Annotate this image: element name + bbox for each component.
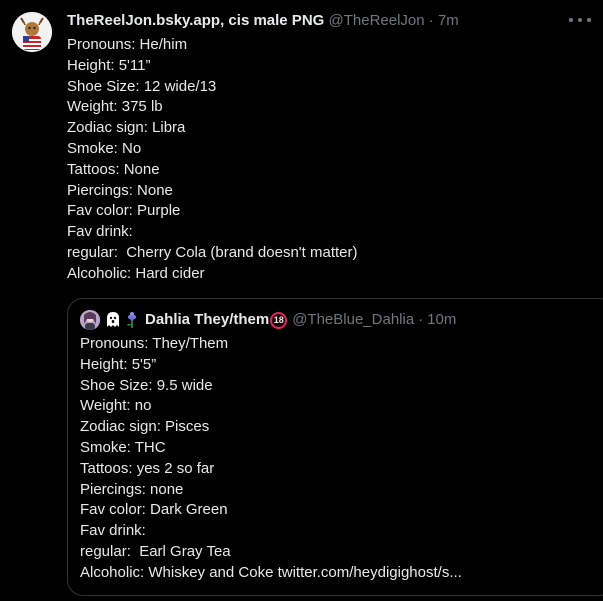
tweet-line: Height: 5'11” [67, 56, 151, 74]
quoted-line[interactable]: Alcoholic: Whiskey and Coke twitter.com/… [80, 563, 600, 584]
quoted-tweet[interactable]: Dahlia They/them 18 @TheBlue_Dahlia · 10… [67, 298, 603, 596]
quoted-line: Piercings: none [80, 480, 184, 498]
quoted-line: Fav drink: [80, 522, 146, 540]
flower-icon [124, 311, 140, 329]
quoted-display-name[interactable]: Dahlia They/them [145, 309, 269, 331]
display-name[interactable]: TheReelJon.bsky.app, cis male PNG [67, 12, 324, 29]
quoted-separator-dot: · [418, 311, 424, 328]
quoted-line: Shoe Size: 9.5 wide [80, 376, 213, 394]
timestamp[interactable]: 7m [438, 12, 459, 29]
quoted-user-handle[interactable]: @TheBlue_Dahlia [292, 309, 414, 331]
tweet-line: Weight: 375 lb [67, 98, 163, 116]
tweet-line: Pronouns: He/him [67, 36, 188, 53]
quoted-line: Pronouns: They/Them [80, 335, 229, 352]
quoted-tweet-text: Pronouns: They/Them Height: 5'5” Shoe Si… [80, 334, 600, 584]
tweet-text: Pronouns: He/him Height: 5'11” Shoe Size… [67, 35, 587, 285]
tweet-line: Alcoholic: Hard cider [67, 264, 205, 282]
quoted-line: Fav color: Dark Green [80, 501, 228, 519]
tweet-line: Piercings: None [67, 181, 173, 199]
user-handle[interactable]: @TheReelJon [329, 12, 425, 29]
quoted-user-avatar[interactable] [80, 310, 100, 330]
quoted-line: Zodiac sign: Pisces [80, 418, 210, 436]
quoted-line: Weight: no [80, 397, 152, 415]
tweet[interactable]: TheReelJon.bsky.app, cis male PNG @TheRe… [0, 0, 603, 601]
quoted-timestamp[interactable]: 10m [427, 309, 456, 331]
more-options-icon[interactable] [569, 11, 591, 29]
tweet-line: Fav drink: [67, 223, 133, 241]
tweet-line: Fav color: Purple [67, 202, 181, 220]
age-18-badge-icon: 18 [270, 311, 288, 329]
tweet-line: Shoe Size: 12 wide/13 [67, 77, 217, 95]
ghost-icon [105, 311, 121, 329]
quoted-line: regular: Earl Gray Tea [80, 542, 231, 560]
quoted-line: Height: 5'5” [80, 355, 157, 373]
tweet-line: Tattoos: None [67, 160, 160, 178]
tweet-header: TheReelJon.bsky.app, cis male PNG @TheRe… [67, 10, 459, 32]
tweet-line: Zodiac sign: Libra [67, 119, 186, 137]
separator-dot: · [428, 12, 434, 29]
user-avatar[interactable] [12, 12, 52, 52]
tweet-line: regular: Cherry Cola (brand doesn't matt… [67, 243, 358, 261]
quoted-tweet-header: Dahlia They/them 18 @TheBlue_Dahlia · 10… [80, 309, 456, 331]
tweet-line: Smoke: No [67, 139, 142, 157]
quoted-line: Smoke: THC [80, 438, 166, 456]
quoted-line: Tattoos: yes 2 so far [80, 459, 215, 477]
